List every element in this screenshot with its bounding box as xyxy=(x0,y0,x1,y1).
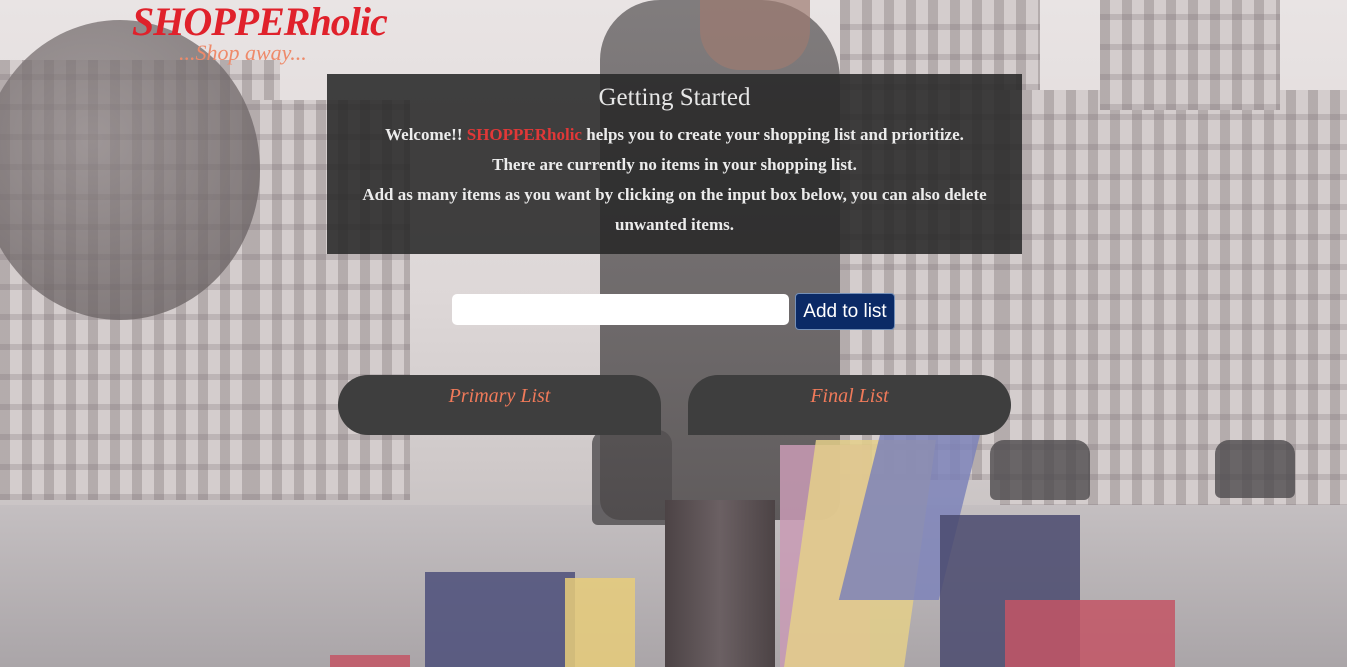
intro-line-1: helps you to create your shopping list a… xyxy=(586,125,964,144)
logo-title: SHOPPERholic xyxy=(132,0,388,44)
logo-tagline: ...Shop away... xyxy=(179,40,307,65)
intro-line-3: Add as many items as you want by clickin… xyxy=(362,185,987,234)
primary-list-tab[interactable]: Primary List xyxy=(338,375,661,435)
final-list-tab[interactable]: Final List xyxy=(688,375,1011,435)
panel-heading: Getting Started xyxy=(598,84,751,111)
intro-line-2: There are currently no items in your sho… xyxy=(492,155,857,174)
add-to-list-button[interactable]: Add to list xyxy=(795,293,895,330)
item-input[interactable] xyxy=(452,294,789,325)
site-logo: SHOPPERholic ...Shop away... xyxy=(132,0,392,70)
panel-text: Welcome!! SHOPPERholic helps you to crea… xyxy=(351,120,998,240)
welcome-text: Welcome!! xyxy=(385,125,463,144)
getting-started-panel: Getting Started Welcome!! SHOPPERholic h… xyxy=(327,74,1022,254)
brand-name: SHOPPERholic xyxy=(466,125,582,144)
